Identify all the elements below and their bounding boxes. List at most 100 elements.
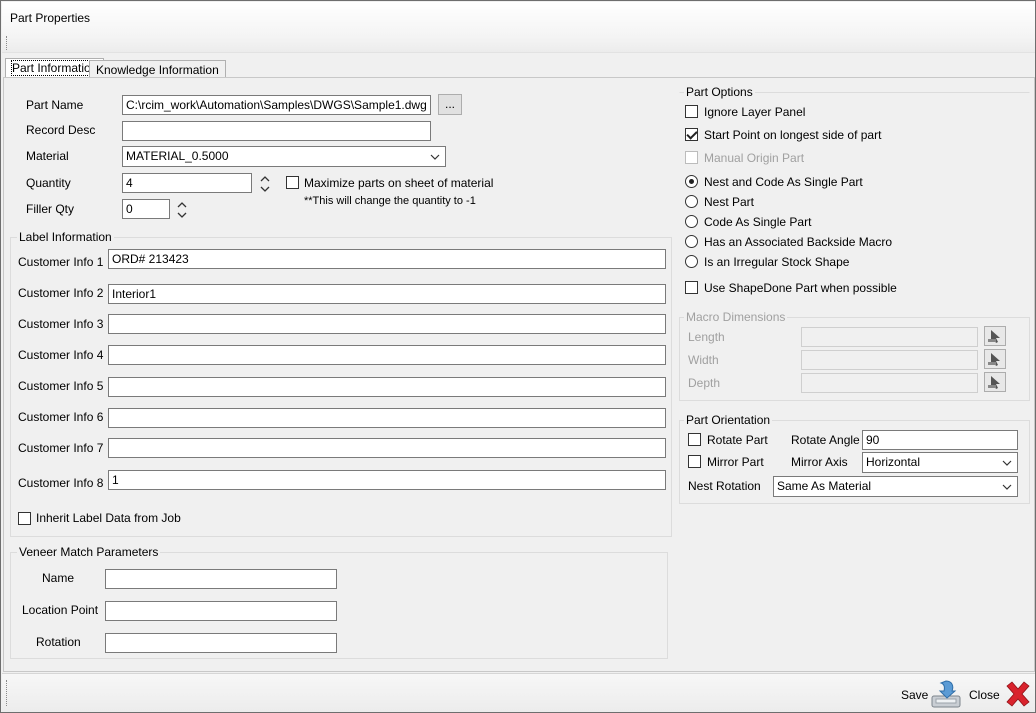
maximize-note: **This will change the quantity to -1	[304, 195, 476, 207]
manual-origin-label: Manual Origin Part	[704, 151, 805, 165]
pick-cursor-icon	[988, 353, 1000, 366]
radio-nest-and-code-label: Nest and Code As Single Part	[704, 175, 863, 189]
pick-cursor-icon	[988, 330, 1000, 343]
pick-depth-button[interactable]	[984, 372, 1006, 392]
rotation-input[interactable]	[105, 633, 337, 653]
pick-width-button[interactable]	[984, 349, 1006, 369]
record-desc-label: Record Desc	[26, 123, 96, 137]
save-button[interactable]: Save	[900, 678, 962, 710]
quantity-input[interactable]: 4	[122, 173, 252, 193]
filler-qty-label: Filler Qty	[26, 202, 74, 216]
maximize-parts-label: Maximize parts on sheet of material	[304, 176, 494, 190]
radio-backside-macro[interactable]	[685, 235, 698, 248]
radio-code-single-label: Code As Single Part	[704, 215, 812, 229]
customer-info-1-input[interactable]: ORD# 213423	[108, 249, 666, 269]
part-orientation-title: Part Orientation	[684, 413, 773, 427]
browse-button[interactable]: ...	[438, 94, 462, 115]
material-value: MATERIAL_0.5000	[126, 149, 229, 163]
save-button-label: Save	[901, 688, 929, 702]
nest-rotation-label: Nest Rotation	[688, 479, 761, 493]
veneer-name-input[interactable]	[105, 569, 337, 589]
customer-info-5-input[interactable]	[108, 377, 666, 397]
customer-info-4-label: Customer Info 4	[18, 348, 104, 362]
mirror-part-checkbox[interactable]	[688, 455, 701, 468]
customer-info-3-input[interactable]	[108, 314, 666, 334]
shapedone-checkbox[interactable]	[685, 281, 698, 294]
macro-length-label: Length	[688, 330, 725, 344]
shapedone-label: Use ShapeDone Part when possible	[704, 281, 897, 295]
bottom-toolbar: Save Close	[2, 673, 1035, 712]
save-tray-icon	[931, 680, 961, 708]
manual-origin-checkbox[interactable]	[685, 151, 698, 164]
customer-info-7-input[interactable]	[108, 438, 666, 458]
rotate-part-checkbox[interactable]	[688, 433, 701, 446]
filler-qty-spinner[interactable]	[176, 200, 188, 220]
mirror-axis-value: Horizontal	[866, 455, 921, 469]
customer-info-6-input[interactable]	[108, 408, 666, 428]
close-button-label: Close	[969, 688, 1000, 702]
close-icon	[1006, 681, 1030, 707]
rotate-angle-input[interactable]: 90	[862, 430, 1018, 450]
ignore-layer-checkbox[interactable]	[685, 105, 698, 118]
radio-nest-part-label: Nest Part	[704, 195, 755, 209]
quantity-spinner[interactable]	[259, 174, 271, 194]
mirror-axis-select[interactable]: Horizontal	[862, 452, 1018, 473]
customer-info-1-label: Customer Info 1	[18, 255, 104, 269]
radio-backside-macro-label: Has an Associated Backside Macro	[704, 235, 893, 249]
material-select[interactable]: MATERIAL_0.5000	[122, 146, 446, 167]
toolbar-grip[interactable]	[6, 36, 9, 50]
mirror-part-label: Mirror Part	[707, 455, 764, 469]
customer-info-4-input[interactable]	[108, 345, 666, 365]
part-options-title: Part Options	[684, 85, 755, 99]
start-point-label: Start Point on longest side of part	[704, 128, 882, 142]
window-title: Part Properties	[10, 11, 91, 25]
pick-length-button[interactable]	[984, 326, 1006, 346]
inherit-label-checkbox[interactable]	[18, 512, 31, 525]
chevron-down-icon	[1000, 453, 1014, 472]
macro-length-input[interactable]	[801, 327, 978, 347]
customer-info-3-label: Customer Info 3	[18, 317, 104, 331]
nest-rotation-select[interactable]: Same As Material	[773, 476, 1018, 497]
part-properties-window: Part Properties Part Information Knowled…	[0, 0, 1036, 713]
inherit-label-text: Inherit Label Data from Job	[36, 511, 181, 525]
customer-info-2-label: Customer Info 2	[18, 286, 104, 300]
pick-cursor-icon	[988, 376, 1000, 389]
rotate-angle-label: Rotate Angle	[791, 433, 860, 447]
radio-code-single[interactable]	[685, 215, 698, 228]
location-point-input[interactable]	[105, 601, 337, 621]
title-bar: Part Properties	[2, 2, 1035, 53]
radio-nest-and-code[interactable]	[685, 175, 698, 188]
customer-info-8-label: Customer Info 8	[18, 476, 104, 490]
record-desc-input[interactable]	[122, 121, 431, 141]
customer-info-2-input[interactable]: Interior1	[108, 284, 666, 304]
rotation-label: Rotation	[36, 635, 81, 649]
filler-qty-input[interactable]: 0	[122, 199, 170, 219]
location-point-label: Location Point	[22, 603, 99, 617]
part-name-input[interactable]: C:\rcim_work\Automation\Samples\DWGS\Sam…	[122, 95, 431, 115]
veneer-name-label: Name	[42, 571, 75, 585]
nest-rotation-value: Same As Material	[777, 479, 872, 493]
rotate-part-label: Rotate Part	[707, 433, 768, 447]
close-button[interactable]: Close	[968, 678, 1034, 710]
macro-dimensions-title: Macro Dimensions	[684, 310, 788, 324]
mirror-axis-label: Mirror Axis	[791, 455, 848, 469]
toolbar-grip[interactable]	[6, 680, 9, 706]
maximize-parts-checkbox[interactable]	[286, 176, 299, 189]
customer-info-6-label: Customer Info 6	[18, 410, 104, 424]
quantity-label: Quantity	[26, 176, 71, 190]
material-label: Material	[26, 149, 69, 163]
chevron-down-icon	[428, 147, 442, 166]
radio-irregular-stock[interactable]	[685, 255, 698, 268]
macro-width-input[interactable]	[801, 350, 978, 370]
label-information-title: Label Information	[17, 230, 114, 244]
radio-irregular-stock-label: Is an Irregular Stock Shape	[704, 255, 850, 269]
chevron-down-icon	[1000, 477, 1014, 496]
start-point-checkbox[interactable]	[685, 128, 698, 141]
customer-info-8-input[interactable]: 1	[108, 470, 666, 490]
radio-nest-part[interactable]	[685, 195, 698, 208]
macro-depth-label: Depth	[688, 376, 721, 390]
veneer-match-title: Veneer Match Parameters	[17, 545, 161, 559]
ignore-layer-label: Ignore Layer Panel	[704, 105, 806, 119]
customer-info-5-label: Customer Info 5	[18, 379, 104, 393]
macro-depth-input[interactable]	[801, 373, 978, 393]
